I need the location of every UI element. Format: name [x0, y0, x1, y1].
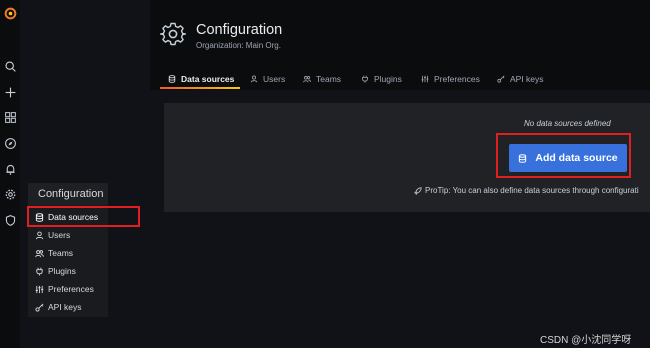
search-icon[interactable] — [2, 58, 18, 74]
flyout-item-preferences[interactable]: Preferences — [28, 280, 138, 298]
users-icon — [303, 76, 311, 83]
flyout-item-label: Teams — [48, 248, 74, 258]
shield-icon[interactable] — [2, 212, 18, 228]
active-tab-indicator — [160, 87, 240, 89]
protip-text: ProTip: You can also define data sources… — [425, 186, 639, 195]
tab-label: Plugins — [374, 74, 402, 84]
highlight-box-data-sources — [27, 206, 140, 227]
flyout-item-users[interactable]: Users — [28, 226, 138, 244]
tab-plugins[interactable]: Plugins — [361, 70, 402, 88]
flyout-item-label: Users — [48, 230, 71, 240]
grafana-logo[interactable] — [2, 5, 18, 21]
explore-icon[interactable] — [2, 135, 18, 151]
plus-icon[interactable] — [2, 84, 18, 100]
tab-label: Data sources — [181, 74, 235, 84]
gear-icon[interactable] — [2, 186, 18, 202]
bell-icon[interactable] — [2, 161, 18, 177]
flyout-title: Configuration — [38, 188, 104, 200]
side-menu — [0, 0, 20, 348]
page-title: Configuration — [196, 22, 283, 38]
flyout-item-label: Preferences — [48, 284, 94, 294]
flyout-item-label: Plugins — [48, 266, 76, 276]
user-icon — [250, 75, 258, 83]
flyout-item-api-keys[interactable]: API keys — [28, 298, 138, 316]
flyout-item-plugins[interactable]: Plugins — [28, 262, 138, 280]
key-icon — [497, 75, 505, 83]
tab-label: Preferences — [434, 74, 480, 84]
plug-icon — [362, 75, 368, 83]
plug-icon — [34, 266, 44, 276]
flyout-header[interactable]: Configuration — [28, 183, 108, 205]
tab-users[interactable]: Users — [250, 70, 285, 88]
users-icon — [34, 248, 44, 258]
flyout-item-label: API keys — [48, 302, 82, 312]
tab-data-sources[interactable]: Data sources — [168, 70, 234, 88]
database-icon — [168, 75, 176, 83]
tab-label: Teams — [316, 74, 342, 84]
user-icon — [34, 230, 44, 240]
sliders-icon — [421, 75, 429, 83]
dashboards-icon[interactable] — [2, 109, 18, 125]
page-subtitle: Organization: Main Org. — [196, 41, 281, 50]
empty-state-message: No data sources defined — [524, 119, 611, 128]
configuration-gear-icon — [159, 21, 187, 47]
tab-preferences[interactable]: Preferences — [421, 70, 480, 88]
tab-teams[interactable]: Teams — [303, 70, 341, 88]
rocket-icon — [414, 186, 422, 195]
tab-label: API keys — [510, 74, 544, 84]
highlight-box-add-button — [496, 133, 631, 178]
sliders-icon — [34, 284, 44, 294]
grafana-app: Configuration Data sources Users Teams P… — [0, 0, 650, 348]
tab-api-keys[interactable]: API keys — [497, 70, 544, 88]
tab-label: Users — [263, 74, 286, 84]
watermark-text: CSDN @小沈同学呀 — [540, 335, 632, 346]
flyout-item-teams[interactable]: Teams — [28, 244, 138, 262]
protip-text-row: ProTip: You can also define data sources… — [414, 186, 639, 195]
key-icon — [34, 302, 44, 312]
